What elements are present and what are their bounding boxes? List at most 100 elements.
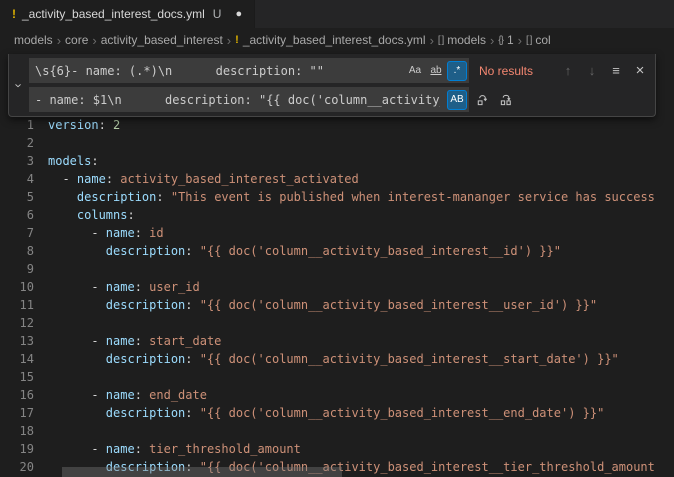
code-line[interactable]: 9 [0,260,674,278]
code-line[interactable]: 11 description: "{{ doc('column__activit… [0,296,674,314]
line-number: 18 [0,422,34,440]
code-token: : [185,406,199,420]
breadcrumb-separator: › [490,33,494,48]
code-token: description [106,298,185,312]
code-token: : [99,118,113,132]
replace-all-button[interactable] [495,89,517,111]
replace-button[interactable] [471,89,493,111]
code-token: description [106,406,185,420]
code-line[interactable]: 6 columns: [0,206,674,224]
whole-word-button[interactable]: ab [426,61,446,81]
find-previous-button[interactable]: ↑ [557,60,579,82]
code-token: - [48,334,106,348]
find-row: Aa ab .* No results ↑ ↓ ≡ × [29,58,651,83]
code-token: : [127,208,134,222]
replace-input[interactable] [29,87,446,112]
replace-input-box: AB [29,87,469,112]
code-line[interactable]: 3models: [0,152,674,170]
line-text: - name: id [48,224,164,242]
find-in-selection-button[interactable]: ≡ [605,60,627,82]
breadcrumb-item-1[interactable]: {}1 [498,33,513,47]
line-text: - name: start_date [48,332,221,350]
breadcrumb-label: models [14,33,53,47]
code-line[interactable]: 2 [0,134,674,152]
line-number: 16 [0,386,34,404]
code-token: end_date [149,388,207,402]
line-number: 5 [0,188,34,206]
code-token [48,208,77,222]
code-token: name [77,172,106,186]
code-line[interactable]: 4 - name: activity_based_interest_activa… [0,170,674,188]
warning-icon: ! [12,7,16,21]
line-text: - name: user_id [48,278,200,296]
line-text: description: "This event is published wh… [48,188,655,206]
selection-icon: ≡ [612,63,620,78]
breadcrumb-item-col[interactable]: [ ]col [526,33,551,47]
code-line[interactable]: 12 [0,314,674,332]
breadcrumb-item-_activity_based_interest_docs.yml[interactable]: !_activity_based_interest_docs.yml [235,33,425,47]
line-text: columns: [48,206,135,224]
code-line[interactable]: 10 - name: user_id [0,278,674,296]
editor-tab[interactable]: ! _activity_based_interest_docs.yml U ● [0,0,255,28]
breadcrumb-item-core[interactable]: core [65,33,88,47]
code-line[interactable]: 18 [0,422,674,440]
code-token: description [77,190,156,204]
find-input[interactable] [29,58,404,83]
breadcrumb-separator: › [227,33,231,48]
breadcrumb-label: models [447,33,486,47]
object-icon: {} [498,35,503,46]
code-token: "This event is published when interest-m… [171,190,655,204]
line-number: 14 [0,350,34,368]
code-line[interactable]: 15 [0,368,674,386]
breadcrumb-item-models[interactable]: [ ] models [438,33,486,47]
line-number: 1 [0,116,34,134]
code-line[interactable]: 1 version: 2 [0,116,674,134]
code-line[interactable]: 7 - name: id [0,224,674,242]
line-text: version: 2 [48,116,120,134]
code-line[interactable]: 14 description: "{{ doc('column__activit… [0,350,674,368]
line-number: 8 [0,242,34,260]
find-replace-widget: › Aa ab .* No results ↑ ↓ ≡ [8,54,656,117]
dirty-indicator-dot[interactable]: ● [235,9,242,20]
find-widget-rows: Aa ab .* No results ↑ ↓ ≡ × [29,58,651,112]
match-case-button[interactable]: Aa [405,61,425,81]
line-text: description: "{{ doc('column__activity_b… [48,350,619,368]
code-line[interactable]: 16 - name: end_date [0,386,674,404]
regex-button[interactable]: .* [447,61,467,81]
line-number: 9 [0,260,34,278]
preserve-case-button[interactable]: AB [447,90,467,110]
breadcrumb-label: _activity_based_interest_docs.yml [243,33,426,47]
array-icon: [ ] [438,35,443,46]
code-line[interactable]: 5 description: "This event is published … [0,188,674,206]
toggle-replace-button[interactable]: › [9,58,29,112]
breadcrumb-item-models[interactable]: models [14,33,53,47]
code-line[interactable]: 19 - name: tier_threshold_amount [0,440,674,458]
line-number: 7 [0,224,34,242]
find-next-button[interactable]: ↓ [581,60,603,82]
code-token: description [106,244,185,258]
close-find-button[interactable]: × [629,60,651,82]
horizontal-scrollbar-thumb[interactable] [62,467,342,477]
arrow-up-icon: ↑ [565,63,572,78]
code-token: - [48,280,106,294]
code-token: - [48,388,106,402]
code-token: "{{ doc('column__activity_based_interest… [200,352,619,366]
code-token: id [149,226,163,240]
code-token: - [48,442,106,456]
line-number: 19 [0,440,34,458]
code-token: name [106,442,135,456]
code-token [48,244,106,258]
code-token: name [106,388,135,402]
line-text: description: "{{ doc('column__activity_b… [48,404,604,422]
code-token [48,298,106,312]
code-line[interactable]: 17 description: "{{ doc('column__activit… [0,404,674,422]
find-input-box: Aa ab .* [29,58,469,83]
code-token: user_id [149,280,200,294]
code-token: - [48,172,77,186]
code-token: description [106,352,185,366]
code-line[interactable]: 8 description: "{{ doc('column__activity… [0,242,674,260]
breadcrumb-item-activity_based_interest[interactable]: activity_based_interest [101,33,223,47]
code-line[interactable]: 13 - name: start_date [0,332,674,350]
line-number: 6 [0,206,34,224]
line-text: - name: end_date [48,386,207,404]
